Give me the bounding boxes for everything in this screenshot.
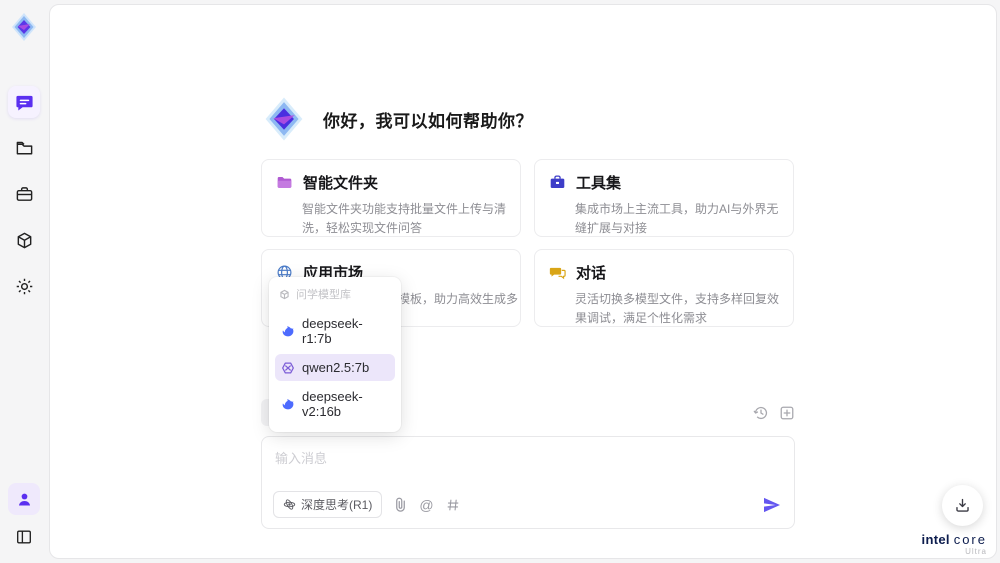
model-dropdown-header-label: 问学模型库 — [296, 289, 351, 301]
user-icon — [16, 491, 33, 508]
sidebar-item-models[interactable] — [8, 224, 40, 256]
sidebar-item-folders[interactable] — [8, 132, 40, 164]
sidebar-item-settings[interactable] — [8, 270, 40, 302]
card-description: 集成市场上主流工具，助力AI与外界无缝扩展与对接 — [575, 202, 779, 235]
deep-think-label: 深度思考(R1) — [301, 498, 373, 512]
dialog-icon — [549, 264, 566, 281]
chat-input-placeholder: 输入消息 — [275, 451, 328, 466]
card-description-partial: 本模板，助力高效生成多 — [386, 292, 519, 306]
card-title: 对话 — [576, 265, 607, 282]
card-title: 工具集 — [576, 175, 622, 192]
new-chat-icon[interactable] — [779, 405, 795, 421]
gear-icon — [15, 277, 34, 296]
repo-icon — [279, 289, 290, 300]
briefcase-icon — [15, 185, 34, 204]
sidebar-item-chat[interactable] — [8, 86, 40, 118]
sidebar-item-collapse[interactable] — [8, 521, 40, 553]
deep-think-toggle[interactable]: 深度思考(R1) — [273, 491, 383, 518]
main-panel: 你好，我可以如何帮助你？ 智能文件夹 智能文件夹功能支持批量文件上传与清洗，轻松… — [49, 4, 997, 559]
model-option-deepseek-r1[interactable]: deepseek-r1:7b — [275, 310, 395, 352]
sidebar-item-account[interactable] — [8, 483, 40, 515]
model-dropdown-menu: 问学模型库 deepseek-r1:7b qwen2.5:7b deepseek… — [269, 277, 401, 432]
smart-folder-icon — [276, 174, 293, 191]
cube-icon — [15, 231, 34, 250]
app-logo-large-icon — [261, 96, 307, 142]
card-description: 智能文件夹功能支持批量文件上传与清洗，轻松实现文件问答 — [302, 202, 507, 235]
qwen-icon — [281, 361, 295, 375]
card-smart-folder[interactable]: 智能文件夹 智能文件夹功能支持批量文件上传与清洗，轻松实现文件问答 — [261, 159, 521, 237]
model-option-label: deepseek-v2:16b — [302, 389, 363, 419]
model-option-qwen[interactable]: qwen2.5:7b — [275, 354, 395, 381]
sidebar-item-toolbox[interactable] — [8, 178, 40, 210]
greeting-header: 你好，我可以如何帮助你？ — [261, 96, 795, 142]
intel-core-badge: intel core Ultra — [922, 533, 987, 556]
card-toolset[interactable]: 工具集 集成市场上主流工具，助力AI与外界无缝扩展与对接 — [534, 159, 794, 237]
history-icon[interactable] — [753, 405, 769, 421]
attachment-icon[interactable] — [394, 497, 407, 512]
atom-icon — [283, 498, 296, 511]
model-option-label: deepseek-r1:7b — [302, 316, 363, 346]
intel-wordmark: intel — [921, 532, 950, 547]
at-mention-icon[interactable]: @ — [419, 497, 433, 513]
card-description: 灵活切换多模型文件，支持多样回复效果调试，满足个性化需求 — [575, 292, 780, 325]
chat-bubble-icon — [15, 93, 34, 112]
send-icon[interactable] — [763, 497, 781, 513]
model-dropdown-header: 问学模型库 — [275, 284, 395, 308]
deepseek-icon — [281, 324, 295, 338]
sidebar — [0, 0, 48, 563]
feature-cards: 智能文件夹 智能文件夹功能支持批量文件上传与清洗，轻松实现文件问答 工具集 集成… — [261, 159, 795, 432]
download-button[interactable] — [942, 485, 983, 526]
folder-icon — [15, 139, 34, 158]
model-option-label: qwen2.5:7b — [302, 360, 370, 375]
core-wordmark: core — [953, 532, 987, 547]
toolset-icon — [549, 174, 566, 191]
app-logo-icon[interactable] — [7, 10, 41, 44]
card-title: 智能文件夹 — [303, 175, 379, 192]
chat-input-box[interactable]: 输入消息 深度思考(R1) @ — [261, 436, 795, 529]
model-option-deepseek-v2[interactable]: deepseek-v2:16b — [275, 383, 395, 425]
greeting-text: 你好，我可以如何帮助你？ — [323, 111, 533, 131]
panel-layout-icon — [15, 528, 33, 546]
deepseek-icon — [281, 397, 295, 411]
card-dialog[interactable]: 对话 灵活切换多模型文件，支持多样回复效果调试，满足个性化需求 — [534, 249, 794, 327]
grid-icon[interactable] — [446, 498, 460, 512]
ultra-wordmark: Ultra — [965, 547, 987, 556]
